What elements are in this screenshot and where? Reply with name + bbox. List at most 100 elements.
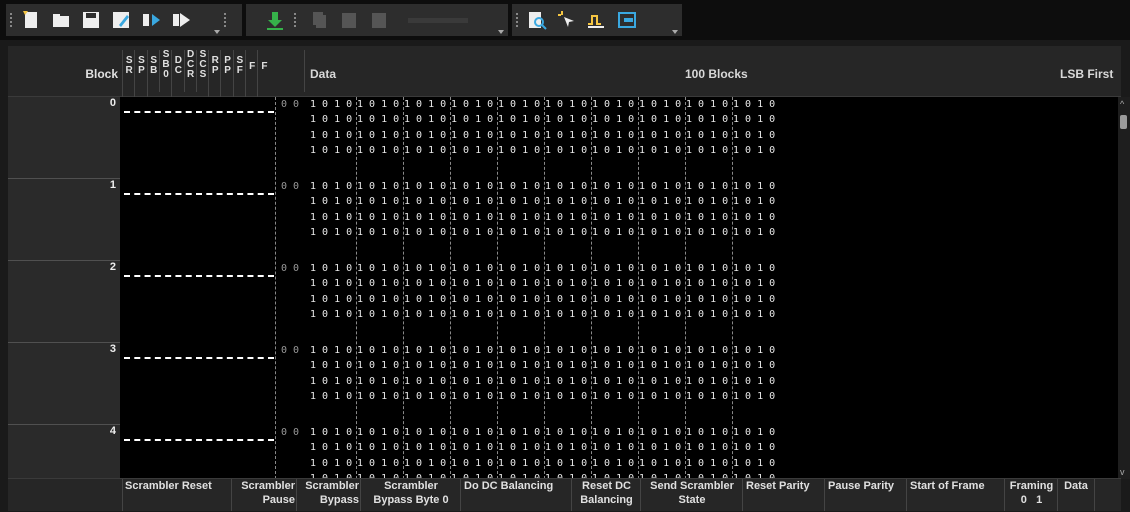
- data-bit-group[interactable]: 1 0 1 0: [592, 227, 634, 238]
- data-bit-group[interactable]: 1 0 1 0: [357, 181, 399, 192]
- data-bit-group[interactable]: 1 0 1 0: [639, 345, 681, 356]
- data-bit-group[interactable]: 1 0 1 0: [686, 227, 728, 238]
- data-bit-group[interactable]: 1 0 1 0: [686, 278, 728, 289]
- data-bit-group[interactable]: 1 0 1 0: [592, 309, 634, 320]
- data-bit-group[interactable]: 1 0 1 0: [639, 263, 681, 274]
- data-bit-group[interactable]: 1 0 1 0: [310, 458, 352, 469]
- data-bit-group[interactable]: 1 0 1 0: [404, 263, 446, 274]
- data-bit-group[interactable]: 1 0 1 0: [545, 263, 587, 274]
- data-bit-group[interactable]: 1 0 1 0: [451, 391, 493, 402]
- data-bit-group[interactable]: 1 0 1 0: [498, 345, 540, 356]
- data-bit-group[interactable]: 1 0 1 0: [639, 442, 681, 453]
- data-bit-group[interactable]: 1 0 1 0: [357, 145, 399, 156]
- toolbar-overflow-caret[interactable]: [498, 30, 504, 34]
- data-bit-group[interactable]: 1 0 1 0: [686, 427, 728, 438]
- data-bit-group[interactable]: 1 0 1 0: [357, 360, 399, 371]
- data-bit-group[interactable]: 1 0 1 0: [310, 196, 352, 207]
- data-bit-group[interactable]: 1 0 1 0: [733, 427, 775, 438]
- data-bit-group[interactable]: 1 0 1 0: [592, 278, 634, 289]
- data-bit-group[interactable]: 1 0 1 0: [545, 458, 587, 469]
- data-bit-group[interactable]: 1 0 1 0: [451, 196, 493, 207]
- data-bit-group[interactable]: 1 0 1 0: [545, 427, 587, 438]
- data-bit-group[interactable]: 1 0 1 0: [686, 130, 728, 141]
- data-bit-group[interactable]: 1 0 1 0: [310, 427, 352, 438]
- data-bit-group[interactable]: 1 0 1 0: [404, 294, 446, 305]
- data-bit-group[interactable]: 1 0 1 0: [639, 212, 681, 223]
- data-bit-group[interactable]: 1 0 1 0: [639, 391, 681, 402]
- data-bit-group[interactable]: 1 0 1 0: [357, 227, 399, 238]
- data-bit-group[interactable]: 1 0 1 0: [545, 345, 587, 356]
- data-bit-group[interactable]: 1 0 1 0: [357, 212, 399, 223]
- data-bit-group[interactable]: 1 0 1 0: [451, 130, 493, 141]
- data-bit-group[interactable]: 1 0 1 0: [686, 145, 728, 156]
- data-bit-group[interactable]: 1 0 1 0: [545, 130, 587, 141]
- toolbar-overflow-caret[interactable]: [214, 30, 220, 34]
- data-bit-group[interactable]: 1 0 1 0: [451, 442, 493, 453]
- data-bit-group[interactable]: 1 0 1 0: [592, 212, 634, 223]
- data-bit-group[interactable]: 1 0 1 0: [498, 391, 540, 402]
- data-bit-group[interactable]: 1 0 1 0: [357, 442, 399, 453]
- data-bit-group[interactable]: 1 0 1 0: [686, 376, 728, 387]
- data-bit-group[interactable]: 1 0 1 0: [404, 114, 446, 125]
- toolbar-grip[interactable]: [10, 13, 14, 27]
- data-bit-group[interactable]: 1 0 1 0: [451, 360, 493, 371]
- data-bit-group[interactable]: 1 0 1 0: [404, 99, 446, 110]
- block-row-label[interactable]: 3: [8, 343, 120, 425]
- import-icon[interactable]: [140, 9, 162, 31]
- data-bit-group[interactable]: 1 0 1 0: [686, 458, 728, 469]
- data-bit-group[interactable]: 1 0 1 0: [686, 360, 728, 371]
- paste-special-icon[interactable]: [368, 9, 390, 31]
- scroll-down-icon[interactable]: v: [1120, 467, 1125, 477]
- data-bit-group[interactable]: 1 0 1 0: [310, 360, 352, 371]
- data-bit-group[interactable]: 1 0 1 0: [592, 181, 634, 192]
- data-bit-group[interactable]: 1 0 1 0: [545, 278, 587, 289]
- data-bit-group[interactable]: 1 0 1 0: [310, 376, 352, 387]
- data-bit-group[interactable]: 1 0 1 0: [498, 145, 540, 156]
- data-bit-group[interactable]: 1 0 1 0: [451, 427, 493, 438]
- data-bit-group[interactable]: 1 0 1 0: [733, 130, 775, 141]
- data-bit-group[interactable]: 1 0 1 0: [451, 227, 493, 238]
- toolbar-grip[interactable]: [294, 13, 298, 27]
- data-bit-group[interactable]: 1 0 1 0: [686, 263, 728, 274]
- select-pointer-icon[interactable]: [556, 9, 578, 31]
- data-bit-group[interactable]: 1 0 1 0: [686, 114, 728, 125]
- data-bit-group[interactable]: 1 0 1 0: [733, 345, 775, 356]
- toolbar-grip[interactable]: [224, 13, 228, 27]
- data-bit-group[interactable]: 1 0 1 0: [639, 376, 681, 387]
- data-bit-group[interactable]: 1 0 1 0: [451, 212, 493, 223]
- data-bit-group[interactable]: 1 0 1 0: [545, 227, 587, 238]
- block-row-label[interactable]: 4: [8, 425, 120, 479]
- save-as-icon[interactable]: [110, 9, 132, 31]
- data-bit-group[interactable]: 1 0 1 0: [357, 99, 399, 110]
- data-bit-group[interactable]: 1 0 1 0: [686, 99, 728, 110]
- data-bit-group[interactable]: 1 0 1 0: [404, 212, 446, 223]
- save-icon[interactable]: [80, 9, 102, 31]
- data-bit-group[interactable]: 1 0 1 0: [498, 114, 540, 125]
- data-bit-group[interactable]: 1 0 1 0: [498, 442, 540, 453]
- data-bit-group[interactable]: 1 0 1 0: [404, 309, 446, 320]
- data-bit-group[interactable]: 1 0 1 0: [404, 196, 446, 207]
- data-bit-group[interactable]: 1 0 1 0: [498, 227, 540, 238]
- bit-order-label[interactable]: LSB First: [1060, 67, 1113, 81]
- data-bit-group[interactable]: 1 0 1 0: [686, 181, 728, 192]
- data-bit-group[interactable]: 1 0 1 0: [545, 196, 587, 207]
- exit-panel-icon[interactable]: [616, 9, 638, 31]
- data-bit-group[interactable]: 1 0 1 0: [639, 227, 681, 238]
- vertical-scrollbar[interactable]: ^ v: [1118, 97, 1130, 479]
- data-bit-group[interactable]: 1 0 1 0: [310, 145, 352, 156]
- data-bit-group[interactable]: 1 0 1 0: [733, 145, 775, 156]
- data-bit-group[interactable]: 1 0 1 0: [639, 181, 681, 192]
- paste-icon[interactable]: [338, 9, 360, 31]
- toolbar-grip[interactable]: [516, 13, 520, 27]
- data-bit-group[interactable]: 1 0 1 0: [545, 99, 587, 110]
- toolbar-overflow-caret[interactable]: [672, 30, 678, 34]
- data-bit-group[interactable]: 1 0 1 0: [404, 145, 446, 156]
- data-bit-group[interactable]: 1 0 1 0: [404, 391, 446, 402]
- data-bit-group[interactable]: 1 0 1 0: [545, 391, 587, 402]
- data-bit-group[interactable]: 1 0 1 0: [639, 458, 681, 469]
- data-bit-group[interactable]: 1 0 1 0: [310, 278, 352, 289]
- data-bit-group[interactable]: 1 0 1 0: [545, 145, 587, 156]
- data-bit-group[interactable]: 1 0 1 0: [686, 212, 728, 223]
- data-bit-group[interactable]: 1 0 1 0: [545, 114, 587, 125]
- data-bit-group[interactable]: 1 0 1 0: [639, 427, 681, 438]
